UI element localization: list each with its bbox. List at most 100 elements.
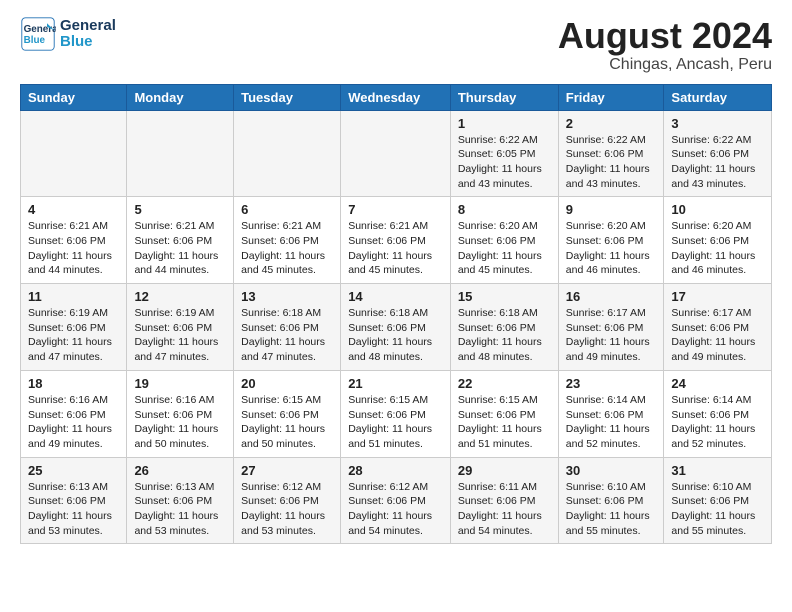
- table-row: 18 Sunrise: 6:16 AMSunset: 6:06 PMDaylig…: [21, 370, 127, 457]
- table-row: 1 Sunrise: 6:22 AMSunset: 6:05 PMDayligh…: [450, 110, 558, 197]
- day-info: Sunrise: 6:14 AMSunset: 6:06 PMDaylight:…: [671, 394, 755, 450]
- day-info: Sunrise: 6:15 AMSunset: 6:06 PMDaylight:…: [348, 394, 432, 450]
- table-row: 31 Sunrise: 6:10 AMSunset: 6:06 PMDaylig…: [664, 457, 772, 544]
- day-number: 21: [348, 376, 443, 391]
- day-info: Sunrise: 6:13 AMSunset: 6:06 PMDaylight:…: [134, 481, 218, 537]
- table-row: 27 Sunrise: 6:12 AMSunset: 6:06 PMDaylig…: [234, 457, 341, 544]
- table-row: 15 Sunrise: 6:18 AMSunset: 6:06 PMDaylig…: [450, 284, 558, 371]
- day-number: 11: [28, 289, 119, 304]
- logo: General Blue General Blue: [20, 16, 116, 52]
- page-title: August 2024: [558, 16, 772, 56]
- day-number: 4: [28, 202, 119, 217]
- table-row: 20 Sunrise: 6:15 AMSunset: 6:06 PMDaylig…: [234, 370, 341, 457]
- table-row: 21 Sunrise: 6:15 AMSunset: 6:06 PMDaylig…: [341, 370, 451, 457]
- header: General Blue General Blue August 2024 Ch…: [20, 16, 772, 74]
- weekday-thursday: Thursday: [450, 84, 558, 110]
- day-number: 10: [671, 202, 764, 217]
- table-row: 12 Sunrise: 6:19 AMSunset: 6:06 PMDaylig…: [127, 284, 234, 371]
- day-info: Sunrise: 6:10 AMSunset: 6:06 PMDaylight:…: [566, 481, 650, 537]
- table-row: [127, 110, 234, 197]
- day-number: 20: [241, 376, 333, 391]
- table-row: 5 Sunrise: 6:21 AMSunset: 6:06 PMDayligh…: [127, 197, 234, 284]
- day-number: 2: [566, 116, 657, 131]
- day-info: Sunrise: 6:20 AMSunset: 6:06 PMDaylight:…: [671, 220, 755, 276]
- calendar: Sunday Monday Tuesday Wednesday Thursday…: [20, 84, 772, 545]
- day-info: Sunrise: 6:22 AMSunset: 6:06 PMDaylight:…: [566, 134, 650, 190]
- day-number: 22: [458, 376, 551, 391]
- day-number: 29: [458, 463, 551, 478]
- day-number: 26: [134, 463, 226, 478]
- day-info: Sunrise: 6:19 AMSunset: 6:06 PMDaylight:…: [134, 307, 218, 363]
- table-row: 8 Sunrise: 6:20 AMSunset: 6:06 PMDayligh…: [450, 197, 558, 284]
- day-number: 27: [241, 463, 333, 478]
- svg-text:General: General: [24, 24, 56, 35]
- table-row: 4 Sunrise: 6:21 AMSunset: 6:06 PMDayligh…: [21, 197, 127, 284]
- day-number: 18: [28, 376, 119, 391]
- day-info: Sunrise: 6:18 AMSunset: 6:06 PMDaylight:…: [348, 307, 432, 363]
- table-row: 17 Sunrise: 6:17 AMSunset: 6:06 PMDaylig…: [664, 284, 772, 371]
- table-row: 26 Sunrise: 6:13 AMSunset: 6:06 PMDaylig…: [127, 457, 234, 544]
- day-number: 24: [671, 376, 764, 391]
- day-number: 1: [458, 116, 551, 131]
- title-block: August 2024 Chingas, Ancash, Peru: [558, 16, 772, 74]
- day-number: 6: [241, 202, 333, 217]
- day-number: 5: [134, 202, 226, 217]
- calendar-header-row: Sunday Monday Tuesday Wednesday Thursday…: [21, 84, 772, 110]
- table-row: 10 Sunrise: 6:20 AMSunset: 6:06 PMDaylig…: [664, 197, 772, 284]
- day-number: 7: [348, 202, 443, 217]
- calendar-week-row: 25 Sunrise: 6:13 AMSunset: 6:06 PMDaylig…: [21, 457, 772, 544]
- day-info: Sunrise: 6:18 AMSunset: 6:06 PMDaylight:…: [241, 307, 325, 363]
- table-row: 16 Sunrise: 6:17 AMSunset: 6:06 PMDaylig…: [558, 284, 664, 371]
- table-row: 9 Sunrise: 6:20 AMSunset: 6:06 PMDayligh…: [558, 197, 664, 284]
- day-info: Sunrise: 6:21 AMSunset: 6:06 PMDaylight:…: [28, 220, 112, 276]
- weekday-sunday: Sunday: [21, 84, 127, 110]
- day-info: Sunrise: 6:15 AMSunset: 6:06 PMDaylight:…: [458, 394, 542, 450]
- day-info: Sunrise: 6:18 AMSunset: 6:06 PMDaylight:…: [458, 307, 542, 363]
- logo-line1: General: [60, 18, 116, 35]
- day-info: Sunrise: 6:12 AMSunset: 6:06 PMDaylight:…: [348, 481, 432, 537]
- logo-line2: Blue: [60, 34, 116, 51]
- table-row: 22 Sunrise: 6:15 AMSunset: 6:06 PMDaylig…: [450, 370, 558, 457]
- day-info: Sunrise: 6:21 AMSunset: 6:06 PMDaylight:…: [348, 220, 432, 276]
- day-info: Sunrise: 6:14 AMSunset: 6:06 PMDaylight:…: [566, 394, 650, 450]
- day-info: Sunrise: 6:21 AMSunset: 6:06 PMDaylight:…: [241, 220, 325, 276]
- day-info: Sunrise: 6:20 AMSunset: 6:06 PMDaylight:…: [566, 220, 650, 276]
- table-row: 13 Sunrise: 6:18 AMSunset: 6:06 PMDaylig…: [234, 284, 341, 371]
- table-row: 25 Sunrise: 6:13 AMSunset: 6:06 PMDaylig…: [21, 457, 127, 544]
- day-number: 8: [458, 202, 551, 217]
- calendar-week-row: 18 Sunrise: 6:16 AMSunset: 6:06 PMDaylig…: [21, 370, 772, 457]
- day-number: 15: [458, 289, 551, 304]
- day-info: Sunrise: 6:11 AMSunset: 6:06 PMDaylight:…: [458, 481, 542, 537]
- day-number: 13: [241, 289, 333, 304]
- day-number: 12: [134, 289, 226, 304]
- day-info: Sunrise: 6:10 AMSunset: 6:06 PMDaylight:…: [671, 481, 755, 537]
- day-info: Sunrise: 6:21 AMSunset: 6:06 PMDaylight:…: [134, 220, 218, 276]
- calendar-week-row: 1 Sunrise: 6:22 AMSunset: 6:05 PMDayligh…: [21, 110, 772, 197]
- page-subtitle: Chingas, Ancash, Peru: [558, 56, 772, 74]
- table-row: 23 Sunrise: 6:14 AMSunset: 6:06 PMDaylig…: [558, 370, 664, 457]
- table-row: 30 Sunrise: 6:10 AMSunset: 6:06 PMDaylig…: [558, 457, 664, 544]
- day-number: 25: [28, 463, 119, 478]
- day-number: 30: [566, 463, 657, 478]
- day-info: Sunrise: 6:17 AMSunset: 6:06 PMDaylight:…: [671, 307, 755, 363]
- page: General Blue General Blue August 2024 Ch…: [0, 0, 792, 612]
- day-info: Sunrise: 6:16 AMSunset: 6:06 PMDaylight:…: [134, 394, 218, 450]
- weekday-friday: Friday: [558, 84, 664, 110]
- weekday-wednesday: Wednesday: [341, 84, 451, 110]
- table-row: 3 Sunrise: 6:22 AMSunset: 6:06 PMDayligh…: [664, 110, 772, 197]
- table-row: 14 Sunrise: 6:18 AMSunset: 6:06 PMDaylig…: [341, 284, 451, 371]
- day-info: Sunrise: 6:15 AMSunset: 6:06 PMDaylight:…: [241, 394, 325, 450]
- calendar-week-row: 4 Sunrise: 6:21 AMSunset: 6:06 PMDayligh…: [21, 197, 772, 284]
- day-number: 23: [566, 376, 657, 391]
- table-row: 7 Sunrise: 6:21 AMSunset: 6:06 PMDayligh…: [341, 197, 451, 284]
- table-row: 6 Sunrise: 6:21 AMSunset: 6:06 PMDayligh…: [234, 197, 341, 284]
- table-row: 2 Sunrise: 6:22 AMSunset: 6:06 PMDayligh…: [558, 110, 664, 197]
- calendar-week-row: 11 Sunrise: 6:19 AMSunset: 6:06 PMDaylig…: [21, 284, 772, 371]
- day-info: Sunrise: 6:22 AMSunset: 6:05 PMDaylight:…: [458, 134, 542, 190]
- table-row: [21, 110, 127, 197]
- day-number: 31: [671, 463, 764, 478]
- table-row: [234, 110, 341, 197]
- weekday-tuesday: Tuesday: [234, 84, 341, 110]
- svg-text:Blue: Blue: [24, 35, 46, 46]
- day-info: Sunrise: 6:17 AMSunset: 6:06 PMDaylight:…: [566, 307, 650, 363]
